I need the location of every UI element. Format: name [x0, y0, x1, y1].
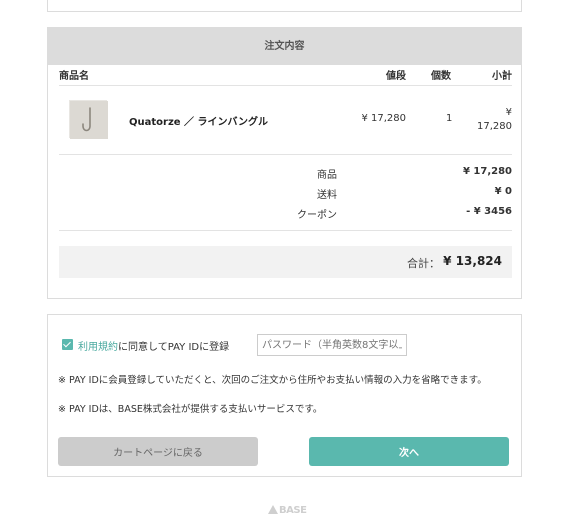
pay-id-note-provider: ※ PAY IDは、BASE株式会社が提供する支払いサービスです。	[58, 404, 323, 415]
column-qty: 個数	[431, 71, 451, 82]
back-to-cart-button[interactable]: カートページに戻る	[58, 437, 258, 466]
pay-id-note-register: ※ PAY IDに会員登録していただくと、次回のご注文から住所やお支払い情報の入…	[58, 375, 487, 386]
product-price: ¥ 17,280	[361, 113, 406, 124]
summary-goods-label: 商品	[317, 170, 337, 181]
column-product: 商品名	[59, 71, 89, 82]
summary-shipping-label: 送料	[317, 190, 337, 201]
base-logo-icon	[268, 505, 278, 514]
product-subtotal: ¥ 17,280	[477, 106, 512, 134]
subtotal-amount: 17,280	[477, 121, 512, 132]
agree-text: に同意してPAY IDに登録	[118, 342, 230, 353]
product-thumbnail[interactable]	[69, 100, 108, 139]
agree-checkbox[interactable]	[62, 339, 73, 350]
total-label: 合計：	[407, 257, 440, 270]
summary-divider	[59, 230, 512, 231]
subtotal-currency: ¥	[505, 107, 512, 118]
product-name[interactable]: Quatorze ／ ラインバングル	[129, 113, 268, 128]
agree-label: 利用規約に同意してPAY IDに登録	[78, 338, 229, 353]
column-price: 値段	[386, 71, 406, 82]
total-value: ¥ 13,824	[443, 254, 502, 268]
terms-link[interactable]: 利用規約	[78, 342, 118, 353]
summary-coupon-value: - ¥ 3456	[466, 206, 512, 217]
summary-goods-value: ¥ 17,280	[462, 166, 512, 177]
summary-coupon-label: クーポン	[297, 210, 337, 221]
summary-shipping-value: ¥ 0	[494, 186, 512, 197]
password-input[interactable]	[257, 334, 407, 356]
column-subtotal: 小計	[492, 71, 512, 82]
pay-id-registration-panel: 利用規約に同意してPAY IDに登録 ※ PAY IDに会員登録していただくと、…	[47, 314, 522, 477]
previous-section-box	[47, 0, 522, 12]
bangle-image-icon	[70, 101, 108, 139]
order-summary-panel: 注文内容 商品名 値段 個数 小計 Quatorze ／ ラインバングル ¥ 1…	[47, 27, 522, 299]
table-row: Quatorze ／ ラインバングル ¥ 17,280 1 ¥ 17,280	[59, 86, 512, 155]
next-button[interactable]: 次へ	[309, 437, 509, 466]
base-logo-text: BASE	[279, 505, 307, 516]
product-quantity: 1	[446, 113, 453, 124]
total-row: 合計： ¥ 13,824	[59, 246, 512, 278]
base-logo: BASE	[268, 505, 307, 516]
order-table-header: 商品名 値段 個数 小計	[59, 65, 512, 86]
order-summary-title: 注文内容	[48, 28, 521, 65]
